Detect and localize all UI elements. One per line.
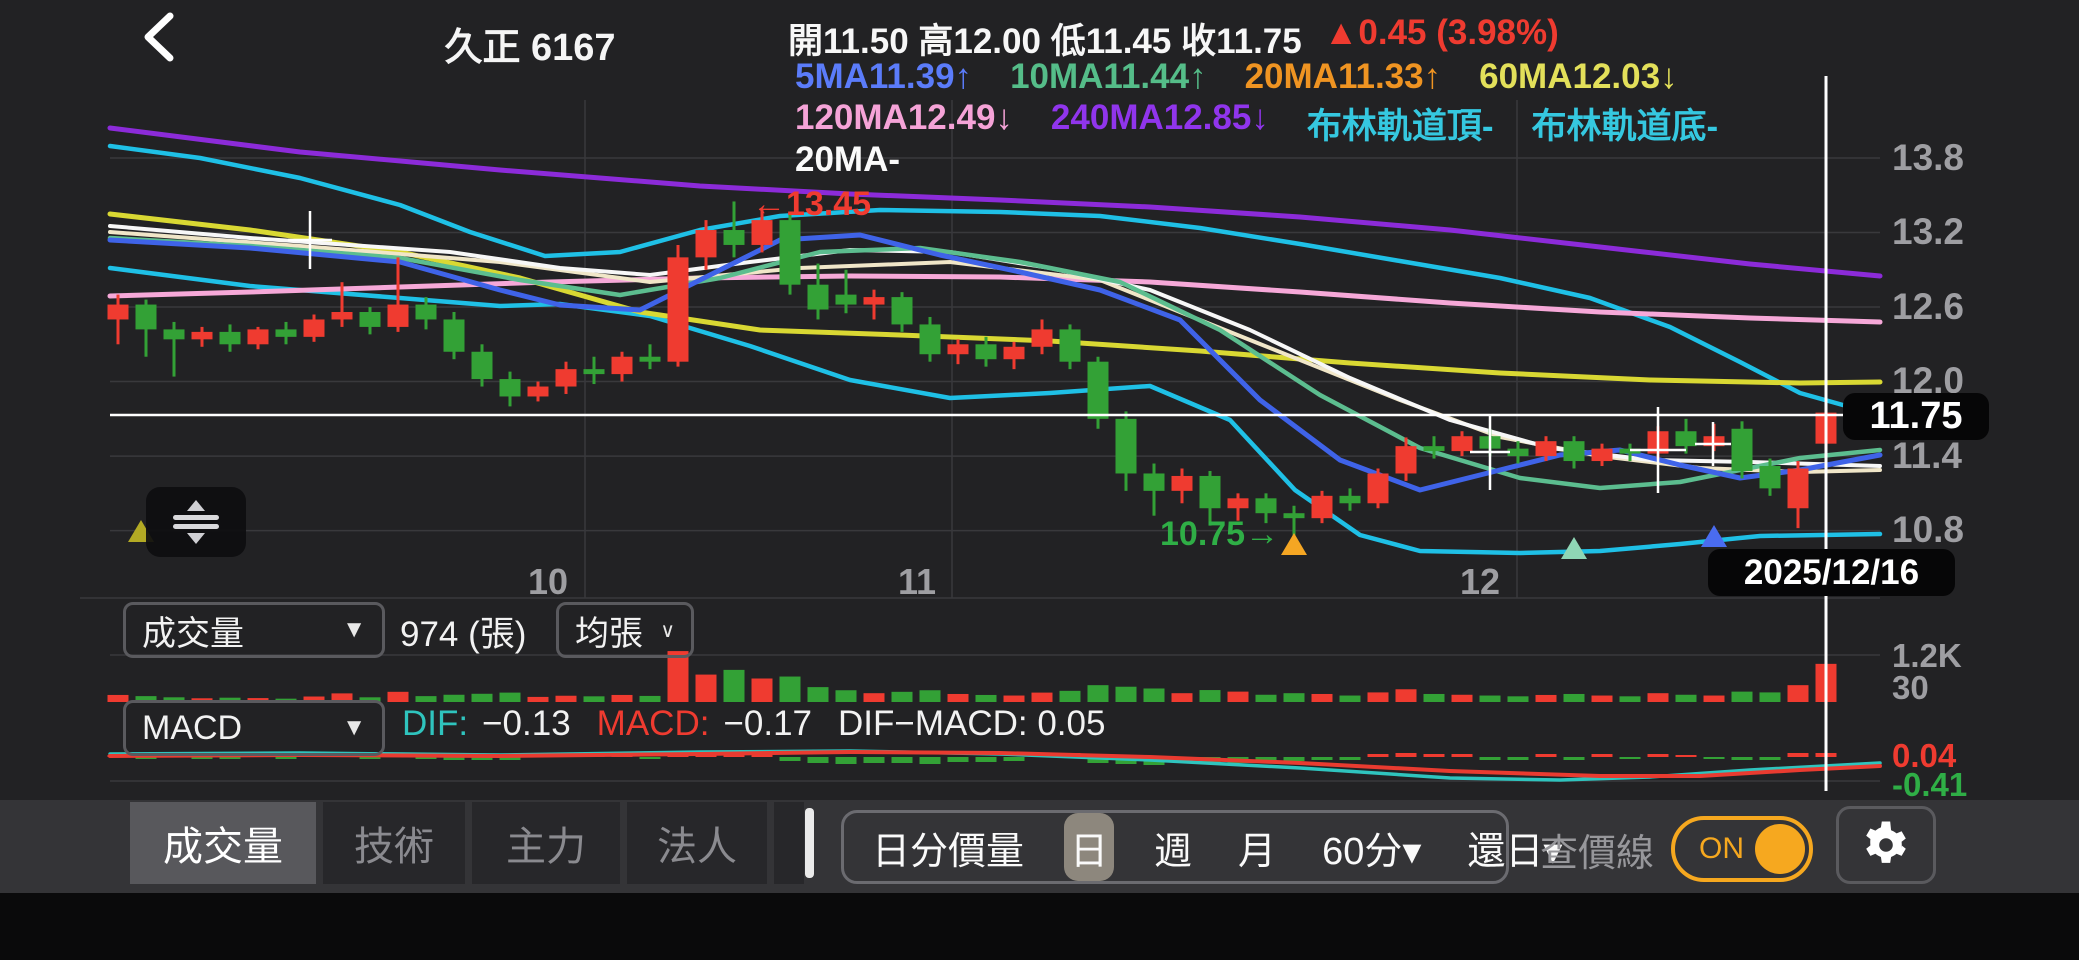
period-day[interactable]: 日 bbox=[1064, 813, 1115, 881]
volume-indicator-dropdown[interactable]: 成交量 ▼ bbox=[123, 602, 385, 658]
back-chevron-icon bbox=[144, 12, 174, 62]
volume-indicator-label: 成交量 bbox=[142, 614, 244, 653]
price-line-toggle[interactable]: ON bbox=[1671, 816, 1813, 882]
tab-major-players[interactable]: 主力 bbox=[472, 802, 620, 884]
ma-legend-row-2: 120MA12.49↓ 240MA12.85↓ 布林軌道頂- 布林軌道底- bbox=[795, 98, 1718, 149]
ma20-legend: 20MA11.33↑ bbox=[1244, 57, 1442, 96]
ma-legend-row-1: 5MA11.39↑ 10MA11.44↑ 20MA11.33↑ 60MA12.0… bbox=[795, 57, 1678, 97]
period-month[interactable]: 月 bbox=[1232, 813, 1282, 881]
price-axis-label: 13.2 bbox=[1892, 211, 1965, 252]
macd-values-row: DIF: −0.13 MACD: −0.17 DIF−MACD: 0.05 bbox=[402, 704, 1105, 744]
settings-button[interactable] bbox=[1836, 806, 1936, 884]
price-axis-label: 11.4 bbox=[1892, 435, 1962, 476]
dropdown-arrow-icon: ▼ bbox=[342, 616, 366, 643]
tab-technical[interactable]: 技術 bbox=[323, 802, 465, 884]
volume-value: 974 (張) bbox=[400, 615, 527, 654]
expand-down-icon bbox=[187, 533, 205, 544]
month-axis-label: 10 bbox=[528, 561, 569, 602]
ma5-legend: 5MA11.39↑ bbox=[795, 57, 973, 96]
month-axis-label: 12 bbox=[1460, 561, 1501, 602]
toggle-knob bbox=[1755, 824, 1805, 874]
back-button[interactable] bbox=[138, 12, 198, 62]
price-scale-adjust-button[interactable] bbox=[146, 487, 246, 557]
tab-partial[interactable] bbox=[774, 802, 804, 884]
scale-bar-icon bbox=[173, 515, 219, 520]
gear-icon bbox=[1866, 821, 1906, 863]
period-high-annotation: ←13.45 bbox=[752, 185, 872, 223]
macd-indicator-label: MACD bbox=[142, 708, 243, 747]
expand-up-icon bbox=[187, 500, 205, 511]
price-axis-label: 10.8 bbox=[1892, 509, 1965, 550]
ma20-monthly-legend: 20MA- bbox=[795, 140, 901, 179]
tab-volume[interactable]: 成交量 bbox=[130, 802, 316, 884]
macd-value: −0.17 bbox=[723, 704, 813, 743]
stock-chart-app: 久正 6167 開11.50 高12.00 低11.45 收11.75 ▲0.4… bbox=[0, 0, 2079, 960]
period-low-annotation: 10.75→ bbox=[1160, 515, 1280, 553]
period-60min[interactable]: 60分▾ bbox=[1316, 813, 1427, 881]
tab-institutional[interactable]: 法人 bbox=[627, 802, 767, 884]
macd-indicator-dropdown[interactable]: MACD ▼ bbox=[123, 700, 385, 756]
period-week[interactable]: 週 bbox=[1148, 813, 1198, 881]
tab-scrollbar[interactable] bbox=[805, 808, 814, 878]
avg-volume-button[interactable]: 均張 ∨ bbox=[556, 602, 694, 658]
chevron-down-icon: ∨ bbox=[660, 619, 675, 642]
volume-axis-bottom-label: 30 bbox=[1892, 669, 1929, 706]
dropdown-arrow-icon: ▼ bbox=[342, 714, 366, 741]
crosshair-date-pill: 2025/12/16 bbox=[1708, 549, 1955, 596]
dif-label: DIF: bbox=[402, 704, 469, 743]
bottom-toolbar: 成交量 技術 主力 法人 日分價量 日 週 月 60分▾ 還日▾ 查價線 ON bbox=[0, 800, 2079, 893]
dif-value: −0.13 bbox=[482, 704, 571, 743]
price-line-label: 查價線 bbox=[1540, 833, 1655, 875]
home-indicator-area bbox=[0, 893, 2079, 960]
crosshair-price-pill: 11.75 bbox=[1843, 393, 1989, 440]
dif-macd-value: DIF−MACD: 0.05 bbox=[838, 704, 1106, 743]
scale-bar-icon bbox=[173, 524, 219, 529]
period-daily-pricevol[interactable]: 日分價量 bbox=[866, 813, 1030, 881]
period-selector-group: 日分價量 日 週 月 60分▾ 還日▾ bbox=[841, 810, 1562, 884]
ma60-legend: 60MA12.03↓ bbox=[1479, 57, 1678, 96]
price-axis-label: 12.6 bbox=[1892, 286, 1965, 327]
month-axis-label: 11 bbox=[898, 561, 937, 602]
ma10-legend: 10MA11.44↑ bbox=[1010, 57, 1207, 96]
macd-label: MACD: bbox=[596, 704, 710, 743]
avg-volume-label: 均張 bbox=[575, 614, 643, 653]
macd-axis-bottom-label: -0.41 bbox=[1892, 766, 1968, 803]
bollinger-top-legend: 布林軌道頂- bbox=[1306, 107, 1494, 146]
price-axis-label: 13.8 bbox=[1892, 137, 1965, 178]
bollinger-bottom-legend: 布林軌道底- bbox=[1531, 107, 1719, 146]
ma240-legend: 240MA12.85↓ bbox=[1050, 98, 1269, 137]
toggle-on-label: ON bbox=[1699, 832, 1744, 865]
